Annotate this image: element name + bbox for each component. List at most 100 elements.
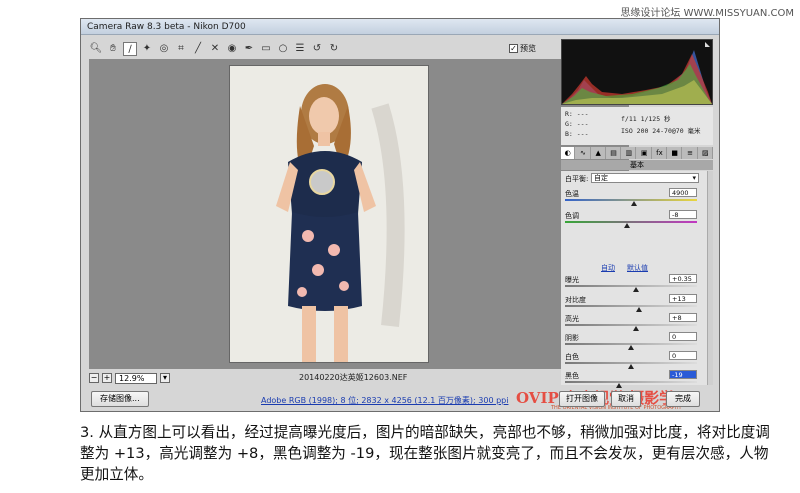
default-link[interactable]: 默认值 <box>627 263 648 273</box>
slider-thumb[interactable] <box>633 287 640 292</box>
toolbar: 🔍︎ ✋︎ ∕ ✦ ◎ ⌗ ╱ ✕ ◉ ✒ ▭ ○ ☰ ↺ ↻ <box>89 41 629 57</box>
save-image-button[interactable]: 存储图像... <box>91 391 149 407</box>
camera-raw-window: Camera Raw 8.3 beta - Nikon D700 🔍︎ ✋︎ ∕… <box>80 18 720 412</box>
rotate-cw-icon[interactable]: ↻ <box>327 42 341 56</box>
zoom-out-icon[interactable]: − <box>89 373 99 383</box>
tab-detail-icon[interactable]: ▲ <box>592 147 606 159</box>
file-name: 20140220达英姬12603.NEF <box>299 373 408 382</box>
right-panel: R: --- G: --- B: --- f/11 1/125 秒 ISO 20… <box>561 39 713 388</box>
white-balance-label: 白平衡: <box>565 175 589 183</box>
rgb-readout: R: --- G: --- B: --- f/11 1/125 秒 ISO 20… <box>561 107 713 145</box>
slider-track[interactable] <box>565 381 697 383</box>
white-balance-icon[interactable]: ∕ <box>123 42 137 56</box>
slider-thumb[interactable] <box>630 201 637 206</box>
slider-label: 曝光 <box>565 276 579 284</box>
done-button[interactable]: 完成 <box>666 391 700 407</box>
open-image-button[interactable]: 打开图像 <box>559 391 605 407</box>
slider-thumb[interactable] <box>628 364 634 369</box>
slider-label: 黑色 <box>565 372 579 380</box>
zoom-dropdown-icon[interactable]: ▾ <box>160 373 170 383</box>
model-photo <box>230 66 428 362</box>
tab-presets-icon[interactable]: ≡ <box>683 147 698 159</box>
page: 思缘设计论坛 WWW.MISSYUAN.COM Camera Raw 8.3 b… <box>0 0 800 493</box>
slider-thumb[interactable] <box>624 223 631 228</box>
hand-icon[interactable]: ✋︎ <box>106 42 120 56</box>
slider-track[interactable] <box>565 305 697 307</box>
tab-basic-icon[interactable]: ◐ <box>561 147 576 159</box>
preview-checkbox[interactable]: ✓ 预览 <box>509 43 536 54</box>
tab-snapshots-icon[interactable]: ▨ <box>699 147 713 159</box>
zoom-bar: − + 12.9% ▾ 20140220达英姬12603.NEF <box>89 371 629 385</box>
slider-row: 高光 +8 <box>565 313 701 331</box>
slider-value-field[interactable]: 0 <box>669 332 697 341</box>
zoom-level-field[interactable]: 12.9% <box>115 372 157 384</box>
white-balance-select[interactable]: 自定 ▾ <box>591 173 699 183</box>
panel-scrollbar[interactable] <box>707 171 713 385</box>
photo-preview <box>229 65 429 363</box>
r-value: R: --- <box>565 110 589 118</box>
slider-thumb[interactable] <box>635 307 642 312</box>
preferences-icon[interactable]: ☰ <box>293 42 307 56</box>
slider-value-field[interactable]: -8 <box>669 210 697 219</box>
slider-row: 色温 4900 <box>565 188 701 206</box>
window-title: Camera Raw 8.3 beta - Nikon D700 <box>81 19 719 35</box>
tutorial-caption: 3. 从直方图上可以看出，经过提高曝光度后，图片的暗部缺失，亮部也不够，稍微加强… <box>80 424 770 483</box>
spot-removal-icon[interactable]: ✕ <box>208 42 222 56</box>
slider-thumb[interactable] <box>633 326 640 331</box>
zoom-in-icon[interactable]: + <box>102 373 112 383</box>
workflow-options-link[interactable]: Adobe RGB (1998); 8 位; 2832 x 4256 (12.1… <box>261 395 508 406</box>
chevron-down-icon: ▾ <box>692 174 696 182</box>
rotate-ccw-icon[interactable]: ↺ <box>310 42 324 56</box>
image-canvas[interactable] <box>89 59 629 369</box>
slider-label: 白色 <box>565 353 579 361</box>
slider-value-field[interactable]: +0.35 <box>669 274 697 283</box>
slider-value-field[interactable]: +13 <box>669 294 697 303</box>
basic-panel: 白平衡: 自定 ▾ 色温 4900 色调 -8 曝光 +0.35 对比度 +13 高光 +8 阴影 0 白… <box>561 171 707 388</box>
slider-label: 色温 <box>565 190 579 198</box>
slider-thumb[interactable] <box>628 345 634 350</box>
crop-icon[interactable]: ⌗ <box>174 42 188 56</box>
slider-track[interactable] <box>565 221 697 223</box>
slider-label: 高光 <box>565 315 579 323</box>
slider-thumb[interactable] <box>616 383 623 388</box>
white-balance-value: 自定 <box>594 174 608 182</box>
check-icon[interactable]: ✓ <box>509 44 518 53</box>
adjustment-brush-icon[interactable]: ✒ <box>242 42 256 56</box>
radial-filter-icon[interactable]: ○ <box>276 42 290 56</box>
slider-row: 白色 0 <box>565 351 701 369</box>
tab-split-icon[interactable]: ▥ <box>622 147 637 159</box>
red-eye-icon[interactable]: ◉ <box>225 42 239 56</box>
tab-camera-icon[interactable]: ■ <box>668 147 683 159</box>
slider-row: 阴影 0 <box>565 332 701 350</box>
zoom-icon[interactable]: 🔍︎ <box>89 42 103 56</box>
auto-link[interactable]: 自动 <box>601 263 615 273</box>
tab-hsl-icon[interactable]: ▤ <box>607 147 622 159</box>
auto-default-links: 自动 默认值 <box>601 263 648 273</box>
preview-label: 预览 <box>520 44 536 53</box>
histogram <box>561 39 713 105</box>
slider-value-field[interactable]: 0 <box>669 351 697 360</box>
slider-label: 对比度 <box>565 296 586 304</box>
exif-aperture-shutter: f/11 1/125 秒 <box>621 115 671 123</box>
site-watermark: 思缘设计论坛 WWW.MISSYUAN.COM <box>620 8 794 19</box>
tab-curve-icon[interactable]: ∿ <box>576 147 591 159</box>
exif-iso-lens: ISO 200 24-70@70 毫米 <box>621 127 701 135</box>
slider-row: 色调 -8 <box>565 210 701 228</box>
slider-track[interactable] <box>565 285 697 287</box>
slider-row: 曝光 +0.35 <box>565 274 701 292</box>
target-adjust-icon[interactable]: ◎ <box>157 42 171 56</box>
slider-row: 黑色 -19 <box>565 370 701 388</box>
slider-value-field[interactable]: -19 <box>669 370 697 379</box>
straighten-icon[interactable]: ╱ <box>191 42 205 56</box>
slider-track[interactable] <box>565 324 697 326</box>
slider-value-field[interactable]: 4900 <box>669 188 697 197</box>
g-value: G: --- <box>565 120 589 128</box>
slider-value-field[interactable]: +8 <box>669 313 697 322</box>
slider-label: 色调 <box>565 212 579 220</box>
tab-fx-icon[interactable]: fx <box>653 147 668 159</box>
color-sampler-icon[interactable]: ✦ <box>140 42 154 56</box>
panel-title: 基本 <box>561 160 713 170</box>
graduated-filter-icon[interactable]: ▭ <box>259 42 273 56</box>
cancel-button[interactable]: 取消 <box>611 391 641 407</box>
tab-lens-icon[interactable]: ▣ <box>637 147 652 159</box>
